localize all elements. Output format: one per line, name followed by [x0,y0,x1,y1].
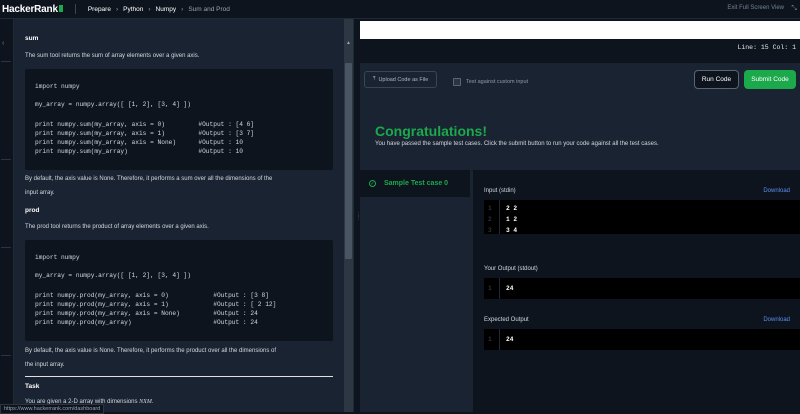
top-navigation-bar: HackerRank Prepare › Python › Numpy › Su… [0,0,800,19]
output-line: 1 24 [484,285,800,297]
rail-divider [1,61,11,62]
left-rail: ‹ [0,19,14,412]
your-output-box: 1 24 [484,278,800,299]
prod-code-block: import numpy my_array = numpy.array([ [1… [25,240,333,341]
arrow-left-icon[interactable]: ‹ [2,40,4,47]
sum-note-line-2: input array. [25,190,55,196]
breadcrumb: Prepare › Python › Numpy › Sum and Prod [88,6,230,13]
code-line: my_array = numpy.array([ [1, 2], [3, 4] … [35,272,191,279]
line-value: 2 2 [506,205,518,212]
line-value: 24 [506,336,514,343]
test-case-label: Sample Test case 0 [384,180,449,187]
sum-intro: The sum tool returns the sum of array el… [25,53,200,59]
line-value: 1 2 [506,216,518,223]
rail-tab-submissions[interactable] [2,174,10,234]
rail-divider [1,159,11,160]
task-heading: Task [25,383,40,390]
line-value: 3 4 [506,227,518,234]
scrollbar-thumb[interactable] [345,63,352,259]
upload-icon: ⤒ [373,76,376,82]
custom-input-checkbox[interactable] [453,78,461,86]
line-number: 1 [488,285,492,292]
results-panel: Congratulations! You have passed the sam… [360,101,800,412]
rail-tab-discussions[interactable] [2,369,10,409]
line-number: 3 [488,227,492,234]
drag-handle-icon[interactable]: ⋮ ⋮ [356,213,361,228]
input-line: 3 3 4 [484,227,800,234]
prod-note-line-2: the input array. [25,362,65,368]
code-line: print numpy.sum(my_array, axis = None) #… [35,139,243,146]
rail-divider [1,355,11,356]
exit-full-screen-link[interactable]: Exit Full Screen View [727,5,784,11]
check-circle-icon: ✓ [369,180,376,187]
status-bar-url: https://www.hackerrank.com/dashboard [0,404,105,414]
test-case-list: ✓ Sample Test case 0 [360,170,473,412]
hackerrank-logo[interactable]: HackerRank [2,4,63,15]
rail-divider [1,247,11,248]
sum-code-block: import numpy my_array = numpy.array([ [1… [25,69,333,170]
task-dims: NXM. [139,399,154,405]
breadcrumb-prepare[interactable]: Prepare [88,6,111,13]
editor-panel: Line: 15 Col: 1 ⤒ Upload Code as File Te… [360,19,800,412]
divider [74,4,76,14]
collapse-icon[interactable]: ⤡ [791,5,797,13]
line-number: 1 [488,336,492,343]
sum-heading: sum [25,35,39,42]
line-value: 24 [506,285,514,292]
rail-tab-problem[interactable] [2,81,10,141]
panel-resize-handle[interactable]: ⋮ ⋮ [353,19,361,412]
code-line: print numpy.prod(my_array, axis = 1) #Ou… [35,301,277,308]
breadcrumb-current: Sum and Prod [188,5,230,13]
code-line: print numpy.sum(my_array, axis = 0) #Out… [35,121,255,128]
sum-note-line-1: By default, the axis value is None. Ther… [25,176,273,182]
rail-tab-leaderboard[interactable] [2,274,10,334]
upload-code-button[interactable]: ⤒ Upload Code as File [364,71,438,88]
problem-statement-panel: sum The sum tool returns the sum of arra… [14,19,344,412]
problem-scrollbar[interactable]: ▲ [344,19,353,412]
breadcrumb-numpy[interactable]: Numpy [156,6,177,13]
congratulations-title: Congratulations! [375,123,487,139]
cursor-position: Line: 15 Col: 1 [737,44,796,51]
custom-input-label[interactable]: Test against custom input [466,79,528,85]
chevron-right-icon: › [115,5,119,13]
your-output-label: Your Output (stdout) [484,266,538,272]
logo-mark [58,4,63,12]
code-line: print numpy.prod(my_array, axis = None) … [35,310,258,317]
chevron-right-icon: › [181,5,184,13]
code-line: my_array = numpy.array([ [1, 2], [3, 4] … [35,101,191,108]
expected-output-label: Expected Output [484,317,529,323]
test-case-output: Input (stdin) Download 1 2 2 2 1 2 3 3 4 Yo… [473,170,800,412]
scroll-up-arrow-icon[interactable]: ▲ [346,40,351,46]
code-line: print numpy.sum(my_array, axis = 1) #Out… [35,130,255,137]
chevron-right-icon: › [148,5,151,13]
code-line: import numpy [35,254,80,261]
expected-download-link[interactable]: Download [763,317,790,323]
expected-line: 1 24 [484,336,800,348]
prod-note-line-1: By default, the axis value is None. Ther… [25,348,277,354]
expected-output-box: 1 24 [484,329,800,350]
code-line: print numpy.prod(my_array, axis = 0) #Ou… [35,292,269,299]
test-case-item[interactable]: ✓ Sample Test case 0 [360,170,470,197]
section-divider [25,376,333,377]
editor-toolbar: ⤒ Upload Code as File Test against custo… [360,63,800,101]
line-number: 2 [488,216,492,223]
code-line: print numpy.prod(my_array) #Output : 24 [35,319,258,326]
code-editor[interactable] [360,21,800,39]
upload-code-label: Upload Code as File [378,76,429,83]
congratulations-subtitle: You have passed the sample test cases. C… [375,141,659,147]
submit-code-button[interactable]: Submit Code [744,70,796,89]
code-line: import numpy [35,83,80,90]
line-number: 1 [488,205,492,212]
prod-intro: The prod tool returns the product of arr… [25,224,209,230]
run-code-button[interactable]: Run Code [694,70,739,89]
input-box: 1 2 2 2 1 2 3 3 4 [484,200,800,234]
code-line: print numpy.sum(my_array) #Output : 10 [35,148,243,155]
prod-heading: prod [25,207,40,214]
breadcrumb-python[interactable]: Python [123,6,143,13]
input-label: Input (stdin) [484,188,516,194]
input-download-link[interactable]: Download [763,188,790,194]
